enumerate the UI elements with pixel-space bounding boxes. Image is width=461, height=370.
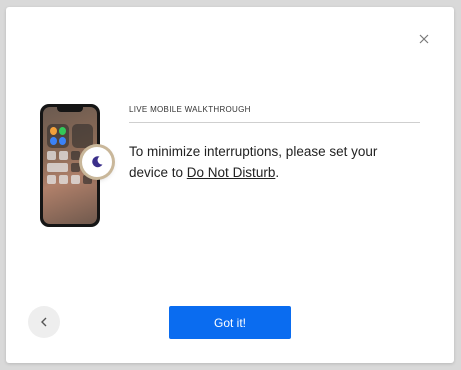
got-it-button[interactable]: Got it! <box>169 306 291 339</box>
moon-icon <box>92 156 103 168</box>
phone-notch <box>57 107 83 112</box>
close-button[interactable] <box>416 31 432 47</box>
connectivity-block <box>47 124 69 148</box>
dialog-message: To minimize interruptions, please set yo… <box>129 141 414 183</box>
close-icon <box>419 34 429 44</box>
chevron-left-icon <box>41 317 47 327</box>
media-block <box>71 124 93 148</box>
heading-divider <box>129 122 420 123</box>
back-button[interactable] <box>28 306 60 338</box>
walkthrough-dialog: LIVE MOBILE WALKTHROUGH To minimize inte… <box>6 7 454 363</box>
do-not-disturb-badge <box>82 147 112 177</box>
message-suffix: . <box>275 165 280 180</box>
dialog-heading: LIVE MOBILE WALKTHROUGH <box>129 105 251 114</box>
do-not-disturb-link: Do Not Disturb <box>186 165 276 180</box>
